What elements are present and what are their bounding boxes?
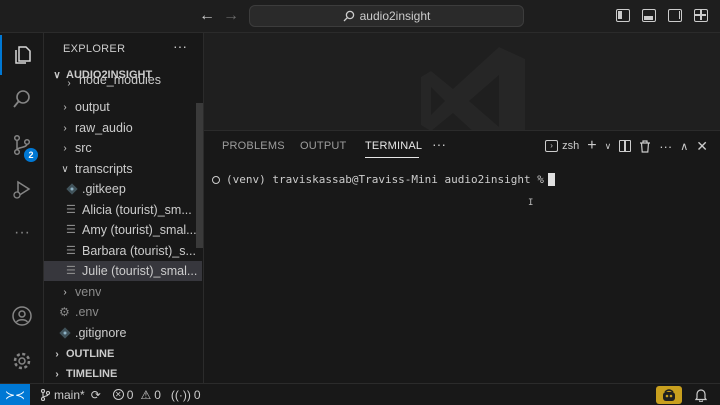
- more-views-icon[interactable]: ···: [0, 213, 44, 253]
- explorer-icon[interactable]: [0, 35, 44, 75]
- text-file-icon: ☰: [66, 224, 76, 236]
- error-icon: ✕: [112, 389, 124, 400]
- timeline-title: TIMELINE: [66, 368, 118, 380]
- trash-icon[interactable]: [639, 139, 651, 153]
- explorer-more-button[interactable]: ···: [173, 38, 187, 54]
- account-icon[interactable]: [0, 296, 44, 336]
- terminal-prompt-line[interactable]: (venv) traviskassab@Traviss-Mini audio2i…: [212, 173, 555, 186]
- branch-name: main*: [54, 387, 85, 402]
- outline-title: OUTLINE: [66, 348, 115, 360]
- toggle-panel-icon[interactable]: [642, 9, 656, 22]
- branch-indicator[interactable]: main* ⟳: [40, 388, 101, 402]
- copilot-icon[interactable]: [656, 386, 682, 404]
- tree-item-amy[interactable]: ☰ Amy (tourist)_smal...: [44, 220, 202, 240]
- tree-item-raw-audio[interactable]: › raw_audio: [44, 118, 202, 138]
- chevron-right-icon: ›: [63, 142, 67, 154]
- shell-name: zsh: [562, 140, 580, 152]
- git-file-icon: [66, 183, 78, 195]
- bottom-panel: PROBLEMS OUTPUT TERMINAL ··· › zsh + ∨ ·…: [204, 130, 720, 383]
- tree-item-venv[interactable]: › venv: [44, 282, 202, 302]
- problems-indicator[interactable]: ✕ 0 ⚠ 0: [112, 387, 161, 402]
- text-file-icon: ☰: [66, 204, 76, 216]
- ports-indicator[interactable]: ((·)) 0: [171, 388, 201, 402]
- source-control-badge: 2: [24, 148, 38, 162]
- mouse-ibeam-cursor-icon: I: [528, 198, 534, 208]
- outline-section-header[interactable]: › OUTLINE: [44, 344, 203, 364]
- notifications-bell-icon[interactable]: [694, 387, 708, 402]
- vscode-logo-watermark-icon: [421, 47, 525, 130]
- run-debug-icon[interactable]: [0, 169, 44, 209]
- tree-item-src[interactable]: › src: [44, 138, 202, 158]
- new-terminal-plus-icon[interactable]: +: [587, 137, 596, 155]
- tree-item-output[interactable]: › output: [44, 97, 202, 117]
- forward-arrow-icon[interactable]: →: [222, 7, 240, 25]
- chevron-right-icon: ›: [55, 348, 59, 360]
- editor-area: [204, 33, 720, 130]
- search-icon: [343, 10, 354, 22]
- terminal-cursor: [547, 173, 555, 186]
- back-arrow-icon[interactable]: ←: [198, 7, 216, 25]
- error-count: 0: [126, 387, 134, 402]
- status-bar: ≻≺ main* ⟳ ✕ 0 ⚠ 0 ((·)) 0: [0, 383, 720, 405]
- git-branch-icon: [40, 388, 51, 401]
- remote-indicator-icon[interactable]: ≻≺: [0, 383, 30, 405]
- toggle-secondary-sidebar-icon[interactable]: [668, 9, 682, 22]
- chevron-right-icon: ›: [63, 101, 67, 113]
- chevron-down-icon[interactable]: ∨: [605, 141, 612, 152]
- explorer-sidebar: EXPLORER ··· ∨ AUDIO2INSIGHT › node_modu…: [44, 33, 204, 383]
- chevron-right-icon: ›: [67, 77, 71, 89]
- customize-layout-icon[interactable]: [694, 9, 708, 22]
- tab-problems[interactable]: PROBLEMS: [222, 140, 285, 152]
- terminal-shell-selector[interactable]: › zsh: [545, 140, 579, 152]
- more-actions-icon[interactable]: ···: [659, 139, 672, 154]
- tree-item-env[interactable]: ⚙ .env: [44, 302, 202, 322]
- git-file-icon: [59, 327, 71, 339]
- gear-file-icon: ⚙: [59, 305, 70, 319]
- panel-more-button[interactable]: ···: [432, 136, 446, 152]
- tree-item-gitkeep[interactable]: .gitkeep: [44, 179, 202, 199]
- warning-icon: ⚠: [140, 387, 152, 402]
- sync-icon[interactable]: ⟳: [91, 388, 101, 402]
- tree-item-barbara[interactable]: ☰ Barbara (tourist)_s...: [44, 241, 202, 261]
- command-center-search[interactable]: audio2insight: [249, 5, 524, 27]
- source-control-icon[interactable]: 2: [0, 125, 44, 165]
- tree-item-node-modules[interactable]: › node_modules: [44, 77, 202, 89]
- close-panel-icon[interactable]: ✕: [696, 138, 708, 155]
- chevron-right-icon: ›: [55, 368, 59, 380]
- tree-item-julie[interactable]: ☰ Julie (tourist)_smal...: [44, 261, 202, 281]
- command-decoration-icon: [212, 175, 220, 184]
- settings-gear-icon[interactable]: [0, 341, 44, 381]
- ports-count: 0: [193, 387, 201, 402]
- tree-item-alicia[interactable]: ☰ Alicia (tourist)_sm...: [44, 200, 202, 220]
- explorer-title: EXPLORER: [63, 43, 126, 55]
- terminal-prompt-text: (venv) traviskassab@Traviss-Mini audio2i…: [226, 173, 544, 186]
- search-icon[interactable]: [0, 79, 44, 119]
- maximize-panel-chevron-up-icon[interactable]: ∧: [680, 140, 688, 153]
- text-file-icon: ☰: [66, 265, 76, 277]
- tab-terminal[interactable]: TERMINAL: [365, 140, 422, 152]
- chevron-down-icon: ∨: [61, 163, 69, 175]
- tab-output[interactable]: OUTPUT: [300, 140, 346, 152]
- title-bar: ← → audio2insight: [0, 0, 720, 33]
- sidebar-scrollbar[interactable]: [196, 103, 203, 248]
- toggle-primary-sidebar-icon[interactable]: [616, 9, 630, 22]
- tree-item-gitignore[interactable]: .gitignore: [44, 323, 202, 343]
- timeline-section-header[interactable]: › TIMELINE: [44, 364, 203, 383]
- terminal-icon: ›: [545, 140, 559, 152]
- chevron-right-icon: ›: [63, 122, 67, 134]
- split-terminal-icon[interactable]: [619, 140, 632, 152]
- activity-bar: 2 ···: [0, 33, 44, 383]
- text-file-icon: ☰: [66, 245, 76, 257]
- ports-antenna-icon: ((·)): [170, 387, 191, 402]
- warning-count: 0: [154, 387, 161, 402]
- tree-item-transcripts[interactable]: ∨ transcripts: [44, 159, 202, 179]
- chevron-right-icon: ›: [63, 286, 67, 298]
- active-tab-indicator: [365, 157, 419, 158]
- command-center-label: audio2insight: [359, 9, 431, 23]
